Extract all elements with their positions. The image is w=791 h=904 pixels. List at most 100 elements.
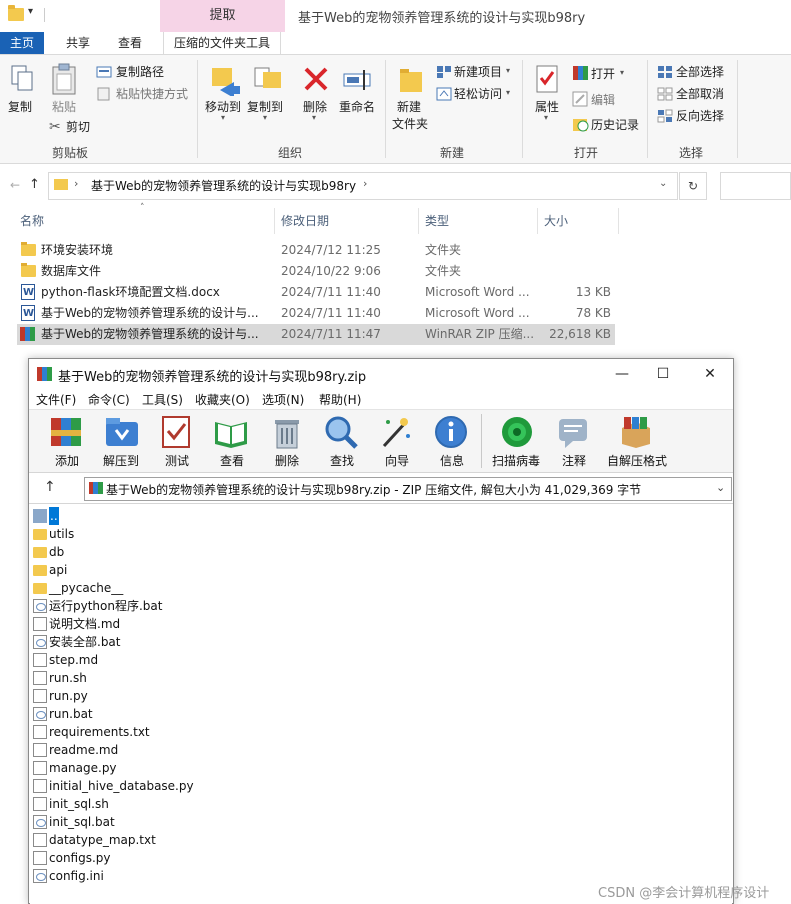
copy-to-icon[interactable] [253, 64, 283, 96]
column-type[interactable]: 类型 [425, 212, 449, 229]
divider[interactable] [618, 208, 619, 234]
open-button[interactable]: 打开 [591, 64, 615, 84]
menu-help[interactable]: 帮助(H) [319, 391, 361, 408]
archive-folder-row[interactable]: utils [32, 525, 712, 543]
info-icon[interactable] [433, 414, 469, 450]
select-none-button[interactable]: 全部取消 [676, 84, 724, 104]
new-folder-icon[interactable] [398, 66, 424, 94]
file-row[interactable]: python-flask环境配置文档.docx 2024/7/11 11:40 … [17, 282, 615, 303]
paste-button[interactable]: 粘贴 [52, 99, 76, 115]
add-button[interactable]: 添加 [55, 452, 79, 469]
select-all-button[interactable]: 全部选择 [676, 62, 724, 82]
archive-file-row[interactable]: 安装全部.bat [32, 633, 712, 651]
select-all-icon[interactable] [657, 65, 673, 79]
refresh-button[interactable]: ↻ [679, 172, 707, 200]
archive-file-row[interactable]: step.md [32, 651, 712, 669]
tab-compressed-folder-tools[interactable]: 压缩的文件夹工具 [163, 32, 282, 54]
archive-file-row[interactable]: init_sql.sh [32, 795, 712, 813]
address-history-dropdown-icon[interactable]: ⌄ [659, 178, 667, 189]
cut-button[interactable]: 剪切 [66, 117, 90, 137]
invert-selection-icon[interactable] [657, 109, 673, 123]
archive-file-row[interactable]: datatype_map.txt [32, 831, 712, 849]
clipboard-icon[interactable] [50, 62, 78, 96]
archive-file-row[interactable]: 说明文档.md [32, 615, 712, 633]
view-button[interactable]: 查看 [220, 452, 244, 469]
quick-access-dropdown-icon[interactable]: ▾ [28, 6, 33, 17]
virus-scan-button[interactable]: 扫描病毒 [492, 452, 540, 469]
delete-archive-button[interactable]: 删除 [275, 452, 299, 469]
find-button[interactable]: 查找 [330, 452, 354, 469]
file-row[interactable]: 基于Web的宠物领养管理系统的设计与... 2024/7/11 11:40 Mi… [17, 303, 615, 324]
extract-to-button[interactable]: 解压到 [103, 452, 139, 469]
file-row-selected[interactable]: 基于Web的宠物领养管理系统的设计与... 2024/7/11 11:47 Wi… [17, 324, 615, 345]
history-button[interactable]: 历史记录 [591, 115, 639, 135]
winrar-open-icon[interactable] [572, 65, 590, 81]
chevron-right-icon[interactable]: › [363, 177, 367, 190]
archive-file-row[interactable]: .. [32, 507, 712, 525]
add-archive-icon[interactable] [49, 414, 85, 450]
archive-file-row[interactable]: manage.py [32, 759, 712, 777]
invert-selection-button[interactable]: 反向选择 [676, 106, 724, 126]
divider[interactable] [418, 208, 419, 234]
new-item-button[interactable]: 新建项目 [454, 62, 502, 82]
divider[interactable] [274, 208, 275, 234]
wizard-button[interactable]: 向导 [385, 452, 409, 469]
info-button[interactable]: 信息 [440, 452, 464, 469]
menu-commands[interactable]: 命令(C) [88, 391, 130, 408]
copy-path-icon[interactable] [96, 65, 112, 79]
maximize-button[interactable]: ☐ [653, 366, 673, 382]
test-button[interactable]: 测试 [165, 452, 189, 469]
paste-shortcut-icon[interactable] [96, 87, 112, 101]
chevron-down-icon[interactable]: ⌄ [716, 481, 725, 494]
copy-path-button[interactable]: 复制路径 [116, 62, 164, 82]
menu-favorites[interactable]: 收藏夹(O) [195, 391, 250, 408]
archive-file-row[interactable]: run.sh [32, 669, 712, 687]
tab-home[interactable]: 主页 [0, 32, 45, 54]
folder-icon[interactable] [8, 5, 24, 21]
search-input[interactable] [720, 172, 791, 200]
archive-file-row[interactable]: 运行python程序.bat [32, 597, 712, 615]
file-row[interactable]: 数据库文件 2024/10/22 9:06 文件夹 [17, 261, 615, 282]
wizard-wand-icon[interactable] [378, 414, 414, 450]
copy-icon[interactable] [10, 64, 34, 94]
archive-file-row[interactable]: run.py [32, 687, 712, 705]
sfx-button[interactable]: 自解压格式 [607, 452, 667, 469]
tab-view[interactable]: 查看 [108, 32, 152, 54]
archive-folder-row[interactable]: db [32, 543, 712, 561]
edit-icon[interactable] [572, 91, 590, 107]
archive-file-row[interactable]: readme.md [32, 741, 712, 759]
up-one-level-icon[interactable]: ↑ [44, 479, 56, 495]
archive-file-row[interactable]: requirements.txt [32, 723, 712, 741]
archive-file-row[interactable]: init_sql.bat [32, 813, 712, 831]
archive-folder-row[interactable]: __pycache__ [32, 579, 712, 597]
view-book-icon[interactable] [213, 414, 249, 450]
menu-options[interactable]: 选项(N) [262, 391, 304, 408]
virus-scan-icon[interactable] [499, 414, 535, 450]
address-path[interactable]: 基于Web的宠物领养管理系统的设计与实现b98ry [91, 177, 356, 194]
delete-x-icon[interactable] [302, 65, 330, 93]
menu-file[interactable]: 文件(F) [36, 391, 76, 408]
menu-tools[interactable]: 工具(S) [142, 391, 183, 408]
minimize-button[interactable]: — [612, 366, 632, 382]
sfx-box-icon[interactable] [618, 414, 654, 450]
divider[interactable] [537, 208, 538, 234]
close-button[interactable]: ✕ [700, 366, 720, 382]
edit-button[interactable]: 编辑 [591, 90, 615, 110]
history-icon[interactable] [572, 116, 590, 132]
trash-icon[interactable] [269, 414, 305, 450]
select-none-icon[interactable] [657, 87, 673, 101]
new-folder-button-line2[interactable]: 文件夹 [392, 116, 428, 132]
rename-icon[interactable] [343, 68, 373, 94]
archive-file-row[interactable]: configs.py [32, 849, 712, 867]
archive-folder-row[interactable]: api [32, 561, 712, 579]
easy-access-button[interactable]: 轻松访问 [454, 84, 502, 104]
extract-to-icon[interactable] [104, 414, 140, 450]
paste-shortcut-button[interactable]: 粘贴快捷方式 [116, 84, 188, 104]
copy-button[interactable]: 复制 [8, 99, 32, 115]
file-row[interactable]: 环境安装环境 2024/7/12 11:25 文件夹 [17, 240, 615, 261]
properties-icon[interactable] [535, 64, 561, 96]
archive-file-row[interactable]: run.bat [32, 705, 712, 723]
column-name[interactable]: 名称 [20, 212, 44, 229]
move-to-icon[interactable] [210, 64, 240, 96]
test-icon[interactable] [159, 414, 195, 450]
